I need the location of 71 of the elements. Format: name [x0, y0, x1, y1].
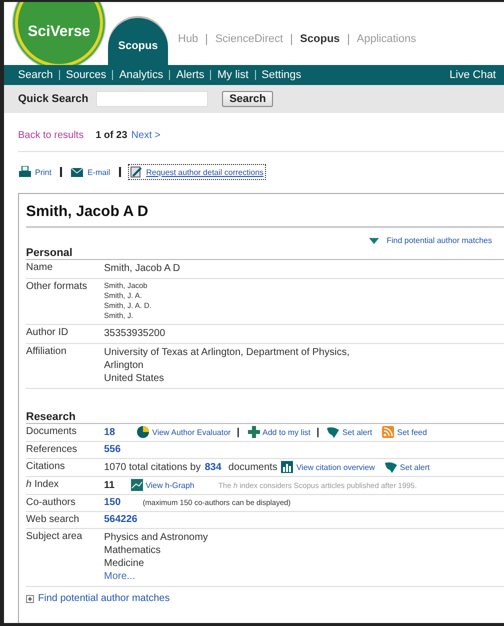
value-text: Physics and Astronomy [104, 531, 208, 544]
section-heading: Research [26, 389, 504, 424]
nav-link[interactable]: My list [210, 70, 255, 80]
field-label: Web search [26, 514, 80, 525]
search-button[interactable]: Search [222, 91, 274, 107]
value-text: Smith, Jacob A D [104, 262, 180, 275]
count-link[interactable]: 564226 [104, 514, 138, 525]
field-label: Other formats [26, 281, 88, 294]
field-label: Co-authors [26, 497, 76, 508]
nav-link[interactable]: Sources [58, 70, 112, 80]
action-link[interactable]: View Author Evaluator [137, 426, 231, 438]
action-link[interactable]: View h-Graph [130, 479, 194, 491]
action-link[interactable]: Add to my list [248, 426, 311, 438]
field-label: Documents [26, 426, 78, 438]
field-label: Subject area [26, 531, 84, 544]
field-label: Affiliation [26, 346, 68, 359]
action-link[interactable]: Print [18, 165, 52, 179]
live-chat-link[interactable]: Live Chat [450, 69, 496, 81]
page-position: 1 of 23 [96, 130, 128, 141]
author-name: Smith, Jacob A D [26, 199, 504, 228]
action-link[interactable]: E-mail [70, 166, 112, 178]
count-link[interactable]: 150 [104, 497, 121, 508]
rss-icon [382, 426, 394, 438]
product-logo[interactable]: Scopus [108, 18, 168, 65]
value-text: documents [228, 462, 278, 472]
value-text: 35353935200 [104, 327, 166, 340]
logo[interactable]: SciVerse [18, 2, 100, 64]
nav-link[interactable]: Alerts [169, 70, 210, 80]
field-label: h Index [26, 479, 60, 491]
pie-chart-icon [137, 426, 150, 438]
field-label: Name [26, 262, 54, 275]
next-link[interactable]: Next > [131, 130, 160, 141]
plus-icon [248, 426, 260, 438]
value-text: 1070 total citations by [104, 462, 201, 472]
action-link[interactable]: Set alert [384, 461, 430, 473]
line-graph-icon [130, 479, 143, 491]
value-text: 11 [104, 480, 115, 490]
count-link[interactable]: 834 [204, 462, 222, 472]
envelope-icon [71, 168, 84, 176]
action-link[interactable]: Request author detail corrections [129, 165, 265, 179]
count-link[interactable]: 18 [104, 426, 116, 438]
nav-link[interactable]: Search [18, 70, 59, 80]
field-label: Author ID [26, 327, 70, 340]
value-text: Arlington [104, 359, 144, 372]
search-field[interactable] [96, 91, 208, 107]
more-link[interactable]: More... [104, 570, 136, 583]
printer-icon [19, 166, 31, 178]
value-text: University of Texas at Arlington, Department of Physics, [104, 346, 350, 359]
field-label: References [26, 444, 78, 455]
nav-link[interactable]: Settings [254, 70, 308, 80]
nav-link[interactable]: Analytics [112, 70, 170, 80]
separator-text: | [316, 426, 320, 438]
find-matches-link[interactable]: Find potential author matches [26, 593, 170, 604]
value-text: Mathematics [104, 544, 161, 557]
bar-chart-icon [281, 461, 294, 473]
value-text: Medicine [104, 557, 144, 570]
field-label: Citations [26, 461, 66, 473]
separator-text: | [236, 426, 240, 438]
action-link[interactable]: View citation overview [281, 461, 375, 473]
value-text: United States [104, 372, 164, 385]
pencil-icon [130, 166, 142, 178]
site-link[interactable]: Scopus [291, 34, 348, 44]
back-link[interactable]: Back to results [18, 130, 84, 141]
expand-icon [26, 594, 34, 602]
count-link[interactable]: 556 [104, 444, 121, 455]
find-matches-link[interactable]: Find potential author matches [368, 236, 492, 245]
section-heading: Personal [26, 245, 504, 260]
search-label: Quick Search [18, 93, 88, 105]
caret-icon [368, 238, 379, 244]
action-link[interactable]: Set alert [327, 426, 372, 438]
action-link[interactable]: Set feed [382, 426, 427, 438]
